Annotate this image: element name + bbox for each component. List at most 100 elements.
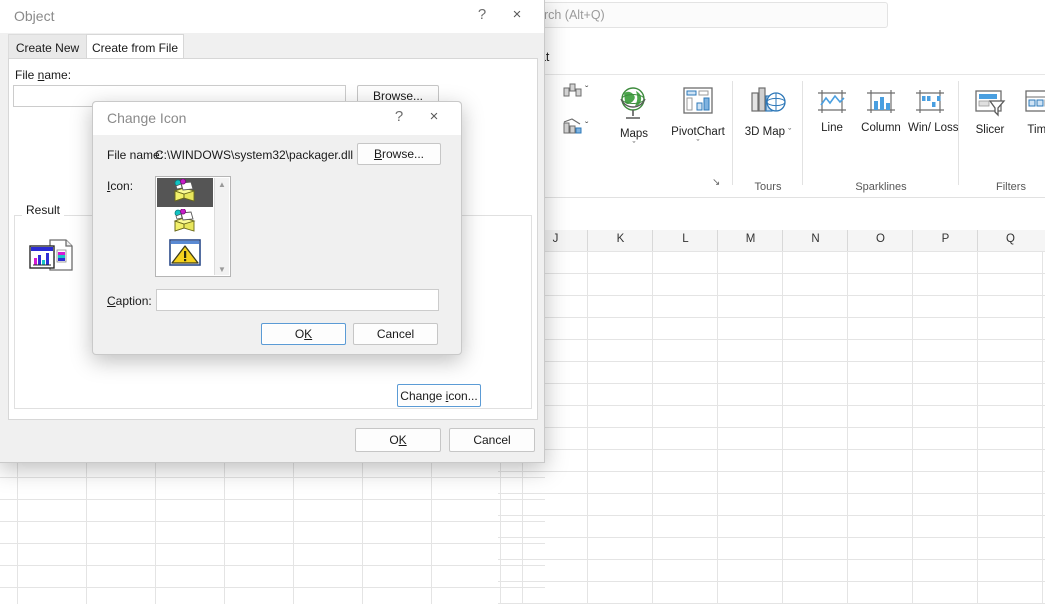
- gridline-horizontal: [498, 317, 1045, 318]
- column-divider: [782, 230, 783, 251]
- change-icon-title: Change Icon: [107, 110, 187, 126]
- ribbon-button-maps[interactable]: Maps ˇ: [608, 85, 660, 150]
- ribbon-label-3d: 3D: [744, 126, 760, 138]
- ribbon-label-line: Line: [821, 122, 843, 134]
- result-group-label: Result: [22, 203, 65, 217]
- chart-button-waterfall[interactable]: ˇ: [558, 81, 600, 108]
- ribbon-button-sparkline-column[interactable]: Column: [856, 89, 906, 135]
- sparkline-line-icon: [810, 89, 854, 119]
- gridline-horizontal: [498, 251, 1045, 252]
- icon-list[interactable]: ▲ ▼: [155, 176, 231, 277]
- group-divider: [732, 81, 733, 185]
- group-label-filters: Filters: [996, 181, 1026, 193]
- ribbon-label-slicer: Slicer: [975, 124, 1005, 136]
- close-icon[interactable]: ×: [423, 108, 445, 125]
- result-preview-icon: [28, 238, 76, 274]
- column-header-N[interactable]: N: [783, 233, 848, 245]
- gridline-horizontal: [0, 543, 545, 544]
- gridline-horizontal: [498, 427, 1045, 428]
- column-divider: [717, 230, 718, 251]
- svg-text:ˇ: ˇ: [585, 84, 589, 96]
- chevron-down-icon[interactable]: ˇ: [608, 141, 660, 150]
- gridline-horizontal: [498, 537, 1045, 538]
- ribbon-tab-bar: oat: [498, 46, 1045, 74]
- tab-create-new[interactable]: Create New: [8, 34, 87, 60]
- gridline-horizontal: [498, 295, 1045, 296]
- gridline-horizontal: [498, 383, 1045, 384]
- gridline-horizontal: [498, 471, 1045, 472]
- column-divider: [652, 230, 653, 251]
- sparkline-winloss-icon: [908, 89, 952, 119]
- icon-list-item[interactable]: [157, 238, 213, 267]
- chevron-down-icon[interactable]: ˇ: [664, 139, 732, 148]
- column-header-Q[interactable]: Q: [978, 233, 1043, 245]
- scroll-down-arrow-icon[interactable]: ▼: [215, 263, 229, 275]
- help-icon[interactable]: ?: [389, 108, 409, 125]
- chevron-down-icon[interactable]: ˇ: [788, 127, 791, 137]
- column-divider: [847, 230, 848, 251]
- combo-chart-icon: ˇ: [558, 117, 600, 141]
- gridline-horizontal: [0, 477, 545, 478]
- spreadsheet-grid-lower[interactable]: [0, 455, 545, 604]
- charts-dialog-launcher[interactable]: ↘: [712, 177, 720, 188]
- group-divider: [958, 81, 959, 185]
- ribbon-button-pivotchart[interactable]: PivotChart ˇ: [664, 85, 732, 148]
- icon-list-scrollbar[interactable]: ▲ ▼: [214, 178, 229, 275]
- column-divider: [977, 230, 978, 251]
- ribbon-button-3d-map[interactable]: 3D Map ˇ: [740, 85, 796, 139]
- scroll-up-arrow-icon[interactable]: ▲: [215, 178, 229, 190]
- ribbon-label-maps: Maps: [619, 128, 649, 140]
- change-icon-button[interactable]: Change icon...: [397, 384, 481, 407]
- change-icon-ok-button[interactable]: OK: [261, 323, 346, 345]
- file-name-label: File name:: [15, 68, 72, 82]
- object-dialog-titlebar: Object: [0, 0, 544, 33]
- close-icon[interactable]: ×: [506, 6, 528, 23]
- globe-icon: [608, 85, 660, 125]
- change-icon-cancel-button[interactable]: Cancel: [353, 323, 438, 345]
- tab-create-from-file[interactable]: Create from File: [86, 34, 184, 61]
- caption-input[interactable]: [156, 289, 439, 311]
- ribbon-label-timeline: Time: [1027, 124, 1045, 136]
- group-label-tours: Tours: [754, 181, 782, 193]
- gridline-horizontal: [498, 581, 1045, 582]
- column-divider: [912, 230, 913, 251]
- column-header-O[interactable]: O: [848, 233, 913, 245]
- gridline-horizontal: [498, 559, 1045, 560]
- gridline-horizontal: [0, 499, 545, 500]
- timeline-icon: [1016, 89, 1045, 121]
- object-ok-button[interactable]: OK: [355, 428, 441, 452]
- ribbon-button-sparkline-line[interactable]: Line: [810, 89, 854, 135]
- search-placeholder: arch (Alt+Q): [537, 8, 605, 22]
- object-dialog-tabstrip: Create New Create from File: [8, 34, 536, 61]
- column-header-P[interactable]: P: [913, 233, 978, 245]
- help-icon[interactable]: ?: [472, 6, 492, 23]
- change-icon-file-name-value: C:\WINDOWS\system32\packager.dll: [155, 148, 354, 162]
- ribbon-button-sparkline-winloss[interactable]: Win/ Loss: [908, 89, 959, 135]
- object-cancel-button[interactable]: Cancel: [449, 428, 535, 452]
- chart-button-combo[interactable]: ˇ: [558, 117, 600, 144]
- column-header-row: JKLMNOPQ: [498, 230, 1045, 252]
- column-header-M[interactable]: M: [718, 233, 783, 245]
- ribbon-label-map: Map ˇ: [762, 126, 792, 138]
- ribbon-label-column: Column: [861, 122, 901, 134]
- gridline-horizontal: [498, 339, 1045, 340]
- gridline-horizontal: [498, 405, 1045, 406]
- ribbon-button-slicer[interactable]: Slicer: [966, 89, 1014, 137]
- icon-list-item[interactable]: [157, 208, 213, 237]
- ribbon: ˇ ˇ ˇ: [498, 74, 1045, 198]
- column-header-L[interactable]: L: [653, 233, 718, 245]
- icon-list-item[interactable]: [157, 178, 213, 207]
- gridline-horizontal: [498, 515, 1045, 516]
- gridline-horizontal: [0, 587, 545, 588]
- svg-text:ˇ: ˇ: [585, 120, 589, 132]
- gridline-horizontal: [498, 273, 1045, 274]
- object-dialog-title: Object: [14, 8, 55, 24]
- column-header-K[interactable]: K: [588, 233, 653, 245]
- ribbon-label-pivotchart: PivotChart: [671, 126, 725, 138]
- change-icon-browse-button[interactable]: Browse...: [357, 143, 441, 165]
- spreadsheet-grid[interactable]: [498, 251, 1045, 604]
- search-input[interactable]: arch (Alt+Q): [498, 2, 888, 28]
- gridline-horizontal: [498, 361, 1045, 362]
- ribbon-button-timeline[interactable]: Time: [1016, 89, 1045, 137]
- column-divider: [587, 230, 588, 251]
